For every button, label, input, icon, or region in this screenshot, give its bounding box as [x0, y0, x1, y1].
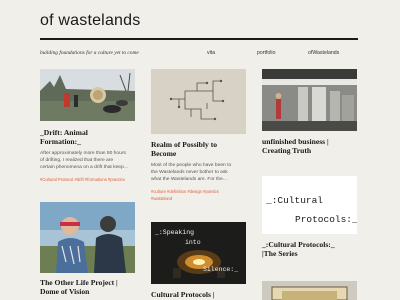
nav-portfolio[interactable]: portfolio [257, 50, 275, 56]
svg-text:Protocols:_: Protocols:_ [295, 214, 357, 225]
post-thumbnail[interactable] [40, 202, 135, 273]
post-thumbnail[interactable] [151, 69, 246, 134]
svg-text:_:Cultural: _:Cultural [265, 195, 323, 206]
post-tags[interactable]: #Cultural Protocol #drift #formations #p… [40, 176, 135, 183]
post-thumbnail[interactable] [262, 69, 357, 131]
post-title[interactable]: Realm of Possibly to Become [151, 140, 246, 158]
post-excerpt: Most of the people who have been to the … [151, 163, 232, 183]
post-title[interactable]: The Other Life Project | Dome of Vision [40, 278, 135, 296]
post-thumbnail[interactable]: _:Cultural Protocols:_ [262, 176, 357, 234]
post-title[interactable]: _Drift: Animal Formation:_ [40, 128, 135, 146]
svg-text:Silence:_: Silence:_ [203, 266, 238, 273]
post-tags[interactable]: #culture #definition #design #poetics #w… [151, 188, 246, 202]
post-thumbnail[interactable] [40, 69, 135, 121]
header-rule [40, 38, 358, 40]
nav-ofwastelands[interactable]: ofWastelands [308, 50, 339, 56]
post-thumbnail[interactable] [262, 281, 357, 300]
post-excerpt: After approximately more than 50 hours o… [40, 151, 128, 171]
post-title[interactable]: Cultural Protocols | [151, 290, 246, 299]
site-title[interactable]: of wastelands [40, 12, 140, 30]
post-title[interactable]: unfinished business | Creating Truth [262, 137, 357, 155]
svg-text:into: into [185, 239, 201, 246]
site-tagline: building foundations for a culture yet t… [40, 50, 139, 56]
post-title[interactable]: _:Cultural Protocols:_ |The Series [262, 240, 357, 258]
nav-vita[interactable]: vita [207, 50, 215, 56]
post-thumbnail[interactable]: _:Speaking into Silence:_ [151, 222, 246, 284]
svg-text:_:Speaking: _:Speaking [154, 229, 194, 236]
